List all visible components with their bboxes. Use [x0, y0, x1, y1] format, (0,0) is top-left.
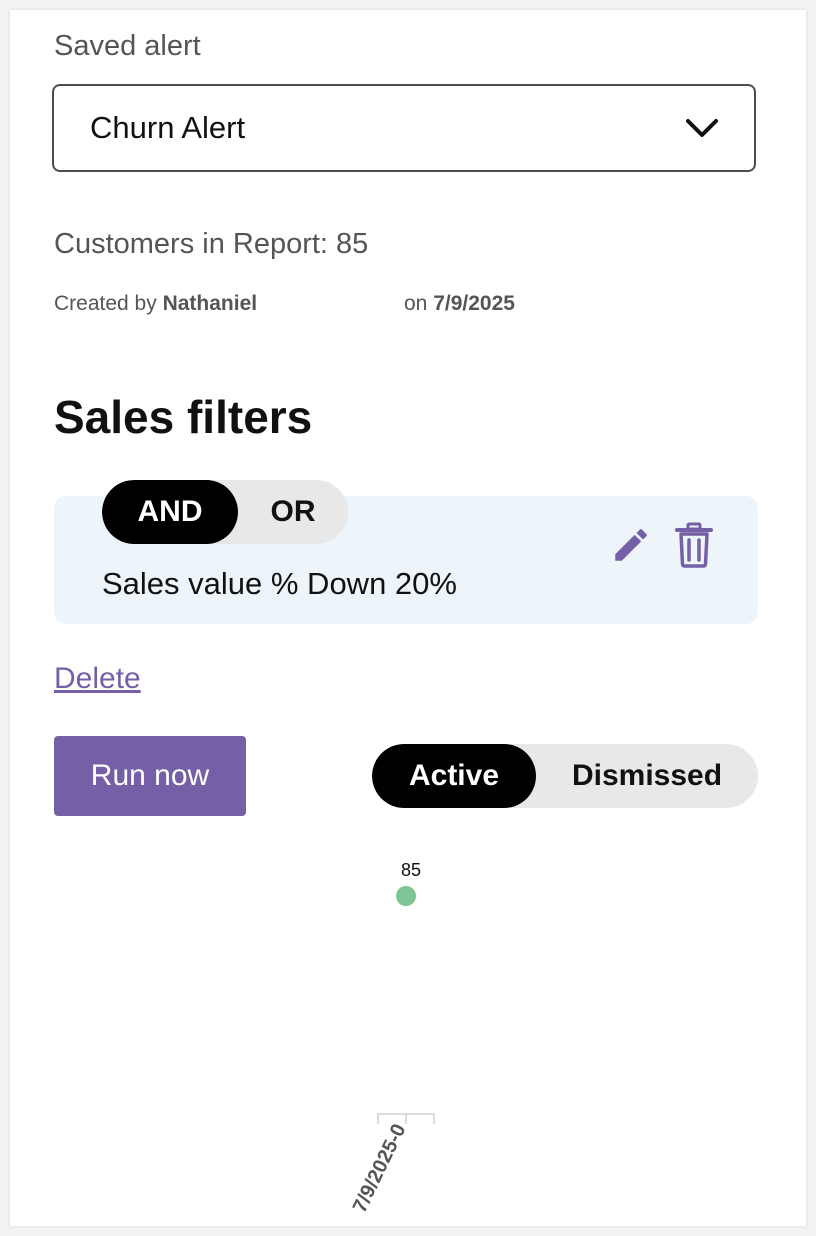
logic-or-option[interactable]: OR: [238, 480, 348, 544]
status-toggle[interactable]: Active Dismissed: [372, 744, 758, 808]
alert-chart: 85 7/9/2025-0: [349, 860, 435, 1217]
pencil-icon[interactable]: [610, 524, 652, 566]
section-title: Sales filters: [54, 391, 313, 443]
status-dismissed-option[interactable]: Dismissed: [536, 744, 758, 808]
saved-alert-label: Saved alert: [54, 30, 201, 62]
chevron-down-icon: [686, 119, 718, 137]
trash-icon[interactable]: [674, 522, 714, 568]
created-on: on 7/9/2025: [404, 292, 515, 316]
data-label: 85: [401, 860, 421, 880]
logic-and-option[interactable]: AND: [102, 480, 238, 544]
created-by: Created by Nathaniel: [54, 292, 257, 316]
created-by-prefix: Created by: [54, 292, 157, 315]
filter-condition: Sales value % Down 20%: [102, 566, 457, 601]
x-tick-label: 7/9/2025-0: [349, 1121, 411, 1217]
run-now-button[interactable]: Run now: [54, 736, 246, 816]
created-by-name: Nathaniel: [162, 292, 258, 315]
logic-toggle[interactable]: AND OR: [102, 480, 348, 544]
saved-alert-value: Churn Alert: [90, 110, 246, 145]
created-on-date: 7/9/2025: [433, 292, 515, 315]
saved-alert-select[interactable]: Churn Alert: [52, 84, 756, 172]
alert-panel: Saved alert Churn Alert Customers in Rep…: [10, 10, 806, 1226]
status-active-option[interactable]: Active: [372, 744, 536, 808]
data-point: [396, 886, 416, 906]
customers-count: Customers in Report: 85: [54, 228, 369, 260]
delete-link[interactable]: Delete: [54, 662, 141, 696]
created-on-prefix: on: [404, 292, 428, 315]
